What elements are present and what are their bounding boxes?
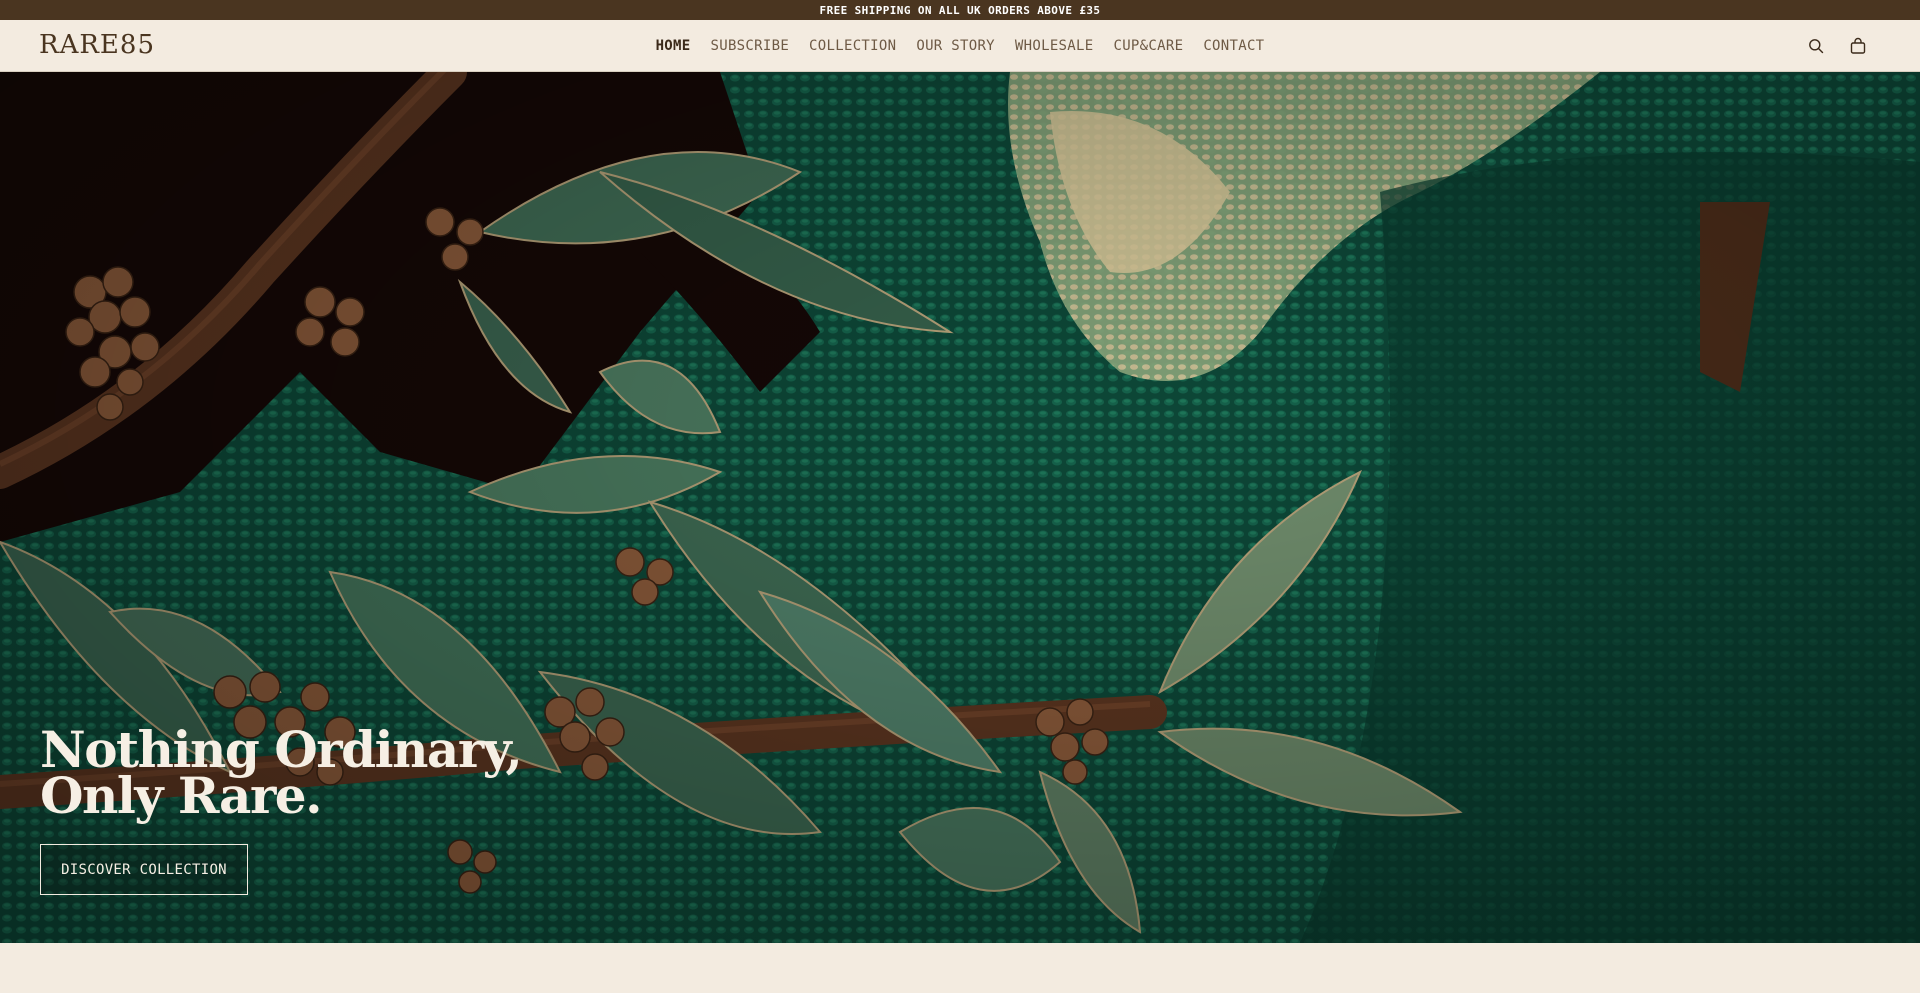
announcement-text: FREE SHIPPING ON ALL UK ORDERS ABOVE £35 — [819, 3, 1101, 17]
brand-logo[interactable]: RARE85 — [39, 30, 155, 60]
search-button[interactable] — [1804, 34, 1828, 58]
discover-collection-button[interactable]: DISCOVER COLLECTION — [40, 844, 248, 895]
search-icon — [1809, 39, 1824, 54]
nav-subscribe[interactable]: SUBSCRIBE — [710, 38, 789, 54]
below-fold-section — [0, 943, 1920, 993]
cart-button[interactable] — [1846, 34, 1870, 58]
site-header: RARE85 HOME SUBSCRIBE COLLECTION OUR STO… — [0, 20, 1920, 72]
nav-contact[interactable]: CONTACT — [1203, 38, 1264, 54]
nav-collection[interactable]: COLLECTION — [809, 38, 896, 54]
nav-cup-care[interactable]: CUP&CARE — [1113, 38, 1183, 54]
main-nav: HOME SUBSCRIBE COLLECTION OUR STORY WHOL… — [0, 20, 1920, 72]
hero-title: Nothing Ordinary, Only Rare. — [40, 725, 523, 825]
announcement-bar: FREE SHIPPING ON ALL UK ORDERS ABOVE £35 — [0, 0, 1920, 20]
hero-banner: Nothing Ordinary, Only Rare. DISCOVER CO… — [0, 72, 1920, 943]
nav-our-story[interactable]: OUR STORY — [916, 38, 995, 54]
hero-title-line-2: Only Rare. — [40, 766, 323, 825]
nav-wholesale[interactable]: WHOLESALE — [1015, 38, 1094, 54]
shopping-bag-icon — [1850, 37, 1866, 54]
nav-home[interactable]: HOME — [656, 38, 691, 54]
